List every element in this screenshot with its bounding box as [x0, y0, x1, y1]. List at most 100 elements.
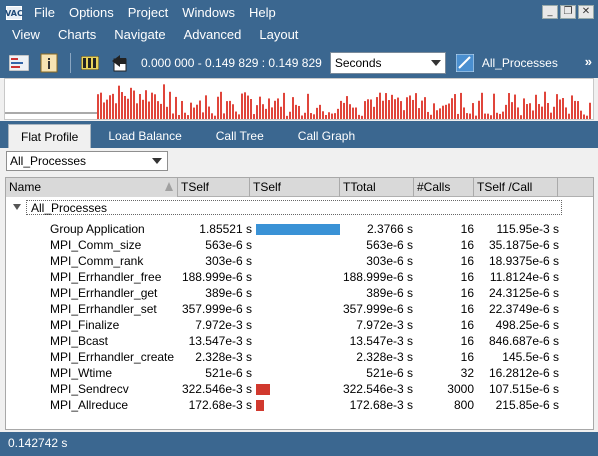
table-row[interactable]: MPI_Allreduce 172.68e-3 s 172.68e-3 s 800 21… [6, 397, 593, 413]
timeline-bar [436, 110, 438, 119]
menu-advanced[interactable]: Advanced [178, 26, 254, 48]
column-header-name[interactable]: Name [6, 178, 178, 197]
timeline-bar [583, 114, 585, 119]
event-timeline-icon[interactable] [8, 52, 30, 74]
restore-button[interactable]: ❐ [560, 5, 576, 19]
table-row[interactable]: MPI_Errhandler_free 188.999e-6 s 188.999e-… [6, 269, 593, 285]
function-name: MPI_Comm_size [50, 238, 142, 252]
process-group-icon[interactable] [454, 52, 476, 74]
timeline-bar [223, 113, 225, 119]
tab-flat-profile[interactable]: Flat Profile [8, 124, 92, 148]
menu-windows[interactable]: Windows [178, 0, 245, 26]
timeline-bar [541, 106, 543, 119]
column-header-tself-bar[interactable]: TSelf [250, 178, 340, 197]
close-button[interactable]: ✕ [578, 5, 594, 19]
column-header-calls[interactable]: #Calls [414, 178, 474, 197]
timeline-bar [481, 92, 483, 119]
timeline-bar [382, 100, 384, 119]
timeline-overview[interactable] [4, 78, 594, 120]
app-logo-icon: VAC [5, 6, 23, 20]
timeline-bar [550, 112, 552, 119]
column-header-tself[interactable]: TSelf [178, 178, 250, 197]
menu-navigate[interactable]: Navigate [108, 26, 177, 48]
tab-call-tree[interactable]: Call Tree [199, 124, 281, 148]
menu-options[interactable]: Options [65, 0, 124, 26]
timeline-bar [493, 93, 495, 119]
timeline-bar [517, 107, 519, 119]
table-row[interactable]: MPI_Comm_rank 303e-6 s 303e-6 s 16 18.9375e-… [6, 253, 593, 269]
table-row[interactable]: MPI_Errhandler_create 2.328e-3 s 2.328e-3 … [6, 349, 593, 365]
timeline-bar [310, 113, 312, 119]
tree-root-row[interactable]: All_Processes [6, 200, 593, 215]
table-header: Name TSelf TSelf TTotal #Calls TSelf /Ca… [6, 178, 593, 197]
table-row[interactable]: MPI_Finalize 7.972e-3 s 7.972e-3 s 16 498.25… [6, 317, 593, 333]
tself-per-call-value: 115.95e-3 s [496, 222, 560, 236]
column-header-tself-per-call[interactable]: TSelf /Call [474, 178, 558, 197]
column-header-ttotal[interactable]: TTotal [340, 178, 414, 197]
overflow-chevron-icon[interactable]: » [585, 54, 592, 69]
collapse-triangle-icon[interactable] [13, 204, 21, 210]
timeline-bar [355, 107, 357, 119]
timeline-bar [505, 104, 507, 119]
calls-value: 16 [460, 350, 474, 364]
table-row[interactable]: Group Application 1.85521 s 2.3766 s 16 115.… [6, 221, 593, 237]
timeline-bar [244, 92, 246, 119]
timeline-bar [259, 96, 261, 119]
menu-help[interactable]: Help [245, 0, 286, 26]
timeline-bar [307, 93, 309, 119]
table-row[interactable]: MPI_Errhandler_set 357.999e-6 s 357.999e-6… [6, 301, 593, 317]
timeline-bar [199, 100, 201, 119]
menu-charts[interactable]: Charts [52, 26, 108, 48]
table-row[interactable]: MPI_Comm_size 563e-6 s 563e-6 s 16 35.1875e-… [6, 237, 593, 253]
table-row[interactable]: MPI_Sendrecv 322.546e-3 s 322.546e-3 s 3000… [6, 381, 593, 397]
menu-file[interactable]: File [30, 0, 65, 26]
table-row[interactable]: MPI_Wtime 521e-6 s 521e-6 s 32 16.2812e-6 s [6, 365, 593, 381]
function-name: MPI_Wtime [50, 366, 113, 380]
timeline-bar [331, 113, 333, 119]
calls-value: 16 [460, 270, 474, 284]
timeline-bar [103, 102, 105, 119]
timeline-bar [430, 114, 432, 119]
timeline-bar [328, 112, 330, 119]
tab-call-graph[interactable]: Call Graph [281, 124, 372, 148]
table-row[interactable]: MPI_Errhandler_get 389e-6 s 389e-6 s 16 24.3… [6, 285, 593, 301]
function-name: MPI_Errhandler_free [50, 270, 162, 284]
ttotal-value: 7.972e-3 s [356, 318, 413, 332]
timeline-bar [268, 98, 270, 119]
info-icon[interactable] [38, 52, 60, 74]
menu-project[interactable]: Project [124, 0, 178, 26]
timeline-bar [424, 97, 426, 119]
tself-per-call-value: 35.1875e-6 s [488, 238, 559, 252]
menu-layout[interactable]: Layout [253, 26, 310, 48]
export-icon[interactable] [109, 52, 131, 74]
timeline-bar [100, 92, 102, 119]
chevron-down-icon [152, 158, 162, 164]
tab-load-balance[interactable]: Load Balance [91, 124, 198, 148]
tab-bar: Flat Profile Load Balance Call Tree Call… [0, 121, 598, 148]
timeline-bar [364, 101, 366, 119]
timeline-bar [457, 113, 459, 119]
timeline-bar [547, 102, 549, 119]
timeline-bar [442, 105, 444, 119]
ttotal-value: 172.68e-3 s [349, 398, 413, 412]
timeline-bar [532, 110, 534, 119]
timeline-bar [274, 100, 276, 119]
ttotal-value: 2.3766 s [366, 222, 413, 236]
units-select[interactable]: Seconds [329, 52, 446, 74]
timeline-bar [298, 105, 300, 119]
timeline-bar [109, 95, 111, 119]
timeline-bar [319, 104, 321, 119]
minimize-button[interactable]: _ [542, 5, 558, 19]
timeline-bar [139, 94, 141, 119]
timeline-bar [121, 92, 123, 119]
timeline-bar [178, 114, 180, 119]
window-controls: _ ❐ ✕ [542, 5, 594, 19]
table-row[interactable]: MPI_Bcast 13.547e-3 s 13.547e-3 s 16 846.687… [6, 333, 593, 349]
timeline-bar [256, 105, 258, 119]
timeline-bar [145, 90, 147, 119]
timeline-bar [370, 99, 372, 119]
film-icon[interactable] [79, 52, 101, 74]
timeline-bar [232, 104, 234, 119]
process-filter-select[interactable]: All_Processes [6, 151, 168, 171]
menu-view[interactable]: View [6, 26, 52, 48]
